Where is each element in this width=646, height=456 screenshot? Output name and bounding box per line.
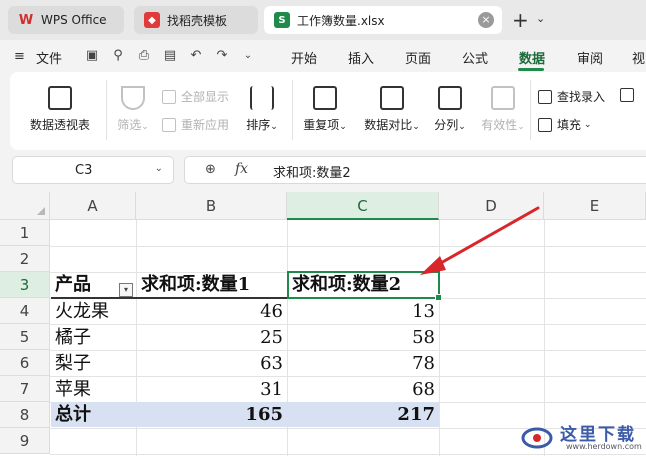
watermark-logo-icon (521, 427, 553, 449)
annotation-arrow (420, 206, 540, 275)
watermark-url: www.herdown.com (566, 442, 642, 451)
wps-window: W WPS Office ◆ 找稻壳模板 S 工作簿数量.xlsx × + ⌄ … (0, 0, 646, 456)
watermark: 这里下载 www.herdown.com (520, 420, 642, 454)
